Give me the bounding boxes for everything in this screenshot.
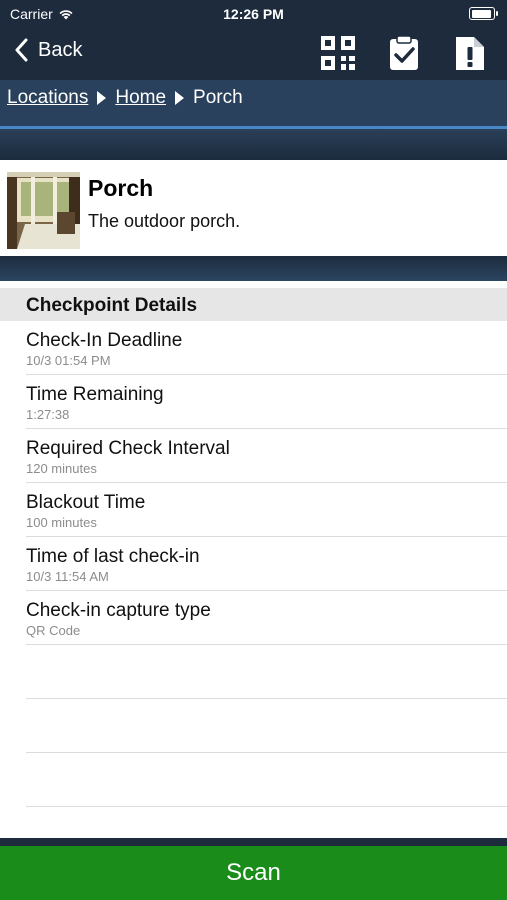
row-title: Time Remaining: [26, 384, 164, 405]
empty-row: [26, 753, 507, 807]
breadcrumb-arrow-icon: [175, 91, 185, 105]
battery-icon: [469, 7, 498, 20]
row-value: 100 minutes: [26, 515, 97, 530]
breadcrumb-arrow-icon: [97, 91, 107, 105]
list-item: Time of last check-in 10/3 11:54 AM: [26, 537, 507, 591]
list-item: Required Check Interval 120 minutes: [26, 429, 507, 483]
qr-code-icon[interactable]: [320, 35, 356, 71]
status-time: 12:26 PM: [223, 6, 284, 22]
empty-row: [26, 645, 507, 699]
top-bar: Carrier 12:26 PM Back: [0, 0, 507, 80]
row-title: Check-In Deadline: [26, 330, 183, 351]
location-title: Porch: [88, 175, 154, 201]
row-value: 1:27:38: [26, 407, 70, 422]
back-chevron-icon: [15, 38, 28, 62]
list-item: Check-In Deadline 10/3 01:54 PM: [26, 321, 507, 375]
back-label: Back: [38, 38, 83, 61]
row-value: 10/3 01:54 PM: [26, 353, 111, 368]
status-bar: Carrier 12:26 PM: [0, 0, 507, 28]
location-card: Porch The outdoor porch.: [0, 160, 507, 256]
row-title: Check-in capture type: [26, 600, 211, 621]
breadcrumb-locations[interactable]: Locations: [7, 87, 88, 109]
back-button[interactable]: Back: [14, 38, 82, 62]
section-header: Checkpoint Details: [0, 288, 507, 321]
bottom-divider: [0, 838, 507, 846]
list-item: Blackout Time 100 minutes: [26, 483, 507, 537]
list-item: Check-in capture type QR Code: [26, 591, 507, 645]
list-item: Time Remaining 1:27:38: [26, 375, 507, 429]
scan-button[interactable]: Scan: [0, 846, 507, 900]
row-title: Blackout Time: [26, 492, 146, 513]
breadcrumb: Locations Home Porch: [0, 80, 507, 126]
clipboard-check-icon[interactable]: [386, 35, 422, 71]
location-description: The outdoor porch.: [88, 211, 241, 231]
breadcrumb-home[interactable]: Home: [115, 87, 166, 109]
row-value: 120 minutes: [26, 461, 97, 476]
content-band: [0, 256, 507, 281]
header-band: [0, 129, 507, 160]
breadcrumb-current: Porch: [193, 87, 243, 108]
row-title: Time of last check-in: [26, 546, 200, 567]
empty-row: [26, 699, 507, 753]
navigation-bar: Back: [0, 28, 507, 80]
details-list: Check-In Deadline 10/3 01:54 PM Time Rem…: [0, 321, 507, 807]
row-title: Required Check Interval: [26, 438, 230, 459]
row-value: 10/3 11:54 AM: [26, 569, 109, 584]
row-value: QR Code: [26, 623, 81, 638]
location-thumbnail: [7, 172, 80, 249]
section-title: Checkpoint Details: [26, 295, 198, 316]
document-alert-icon[interactable]: [452, 35, 488, 71]
